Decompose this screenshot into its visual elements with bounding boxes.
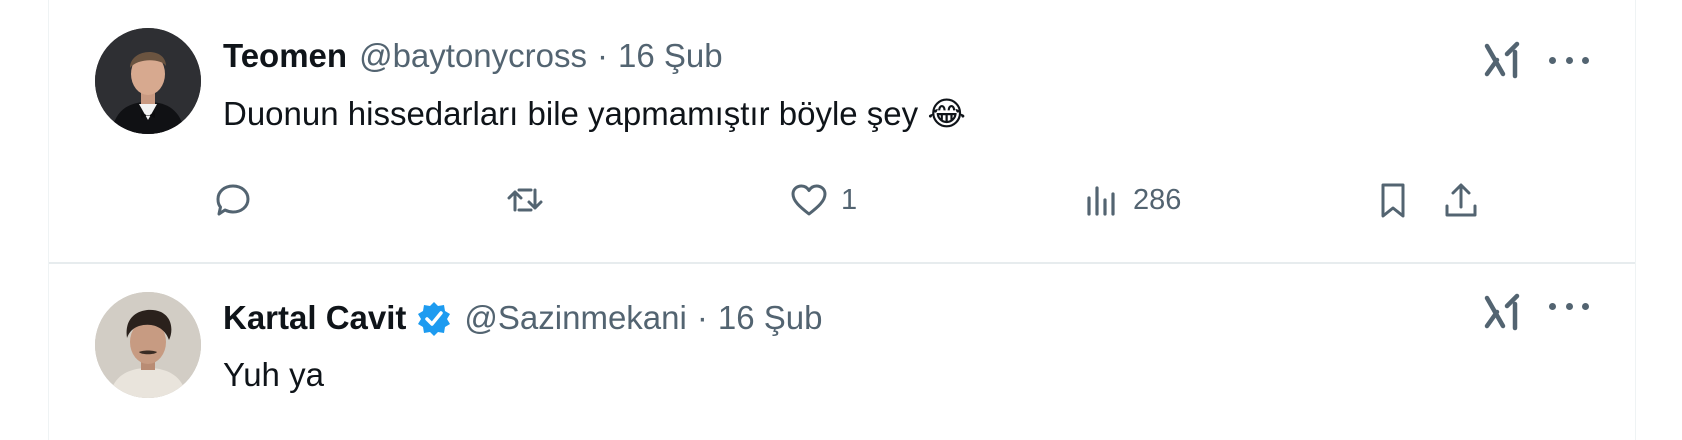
timeline: Teomen @baytonycross · 16 Şub Duonun his… [48, 0, 1636, 440]
avatar[interactable] [95, 292, 201, 398]
handle[interactable]: @baytonycross [359, 37, 587, 75]
grok-icon[interactable] [1481, 290, 1525, 334]
tweet-text: Yuh ya [223, 356, 324, 393]
like-button[interactable]: 1 [789, 176, 857, 224]
display-name[interactable]: Teomen [223, 37, 347, 75]
views-button[interactable]: 286 [1081, 176, 1181, 224]
verified-badge-icon [418, 302, 451, 336]
more-icon[interactable] [1549, 54, 1589, 66]
share-icon [1445, 183, 1477, 217]
timestamp[interactable]: 16 Şub [618, 37, 723, 75]
like-count: 1 [841, 183, 858, 216]
views-icon [1087, 186, 1115, 216]
separator: · [597, 37, 609, 74]
grok-icon[interactable] [1481, 38, 1525, 82]
more-icon[interactable] [1549, 300, 1589, 312]
display-name[interactable]: Kartal Cavit [223, 299, 406, 337]
separator: · [696, 299, 708, 336]
tweet[interactable]: Kartal Cavit @Sazinmekani · 16 Şub Yuh y… [49, 264, 1635, 440]
reply-button[interactable] [213, 176, 265, 224]
avatar[interactable] [95, 28, 201, 134]
bookmark-icon [1381, 183, 1405, 218]
retweet-icon [507, 188, 543, 212]
timestamp[interactable]: 16 Şub [718, 299, 823, 337]
view-count: 286 [1133, 183, 1182, 216]
tweet[interactable]: Teomen @baytonycross · 16 Şub Duonun his… [49, 0, 1635, 264]
bookmark-button[interactable] [1373, 176, 1413, 224]
heart-icon [791, 184, 827, 216]
reply-icon [216, 184, 250, 216]
share-button[interactable] [1441, 176, 1481, 224]
tweet-text: Duonun hissedarları bile yapmamıştır böy… [223, 95, 966, 132]
tweet-header: Kartal Cavit @Sazinmekani · 16 Şub [223, 296, 822, 340]
tweet-header: Teomen @baytonycross · 16 Şub [223, 34, 723, 78]
tweet-actions: 1 286 [49, 176, 1635, 224]
retweet-button[interactable] [505, 176, 557, 224]
handle[interactable]: @Sazinmekani [464, 299, 686, 337]
